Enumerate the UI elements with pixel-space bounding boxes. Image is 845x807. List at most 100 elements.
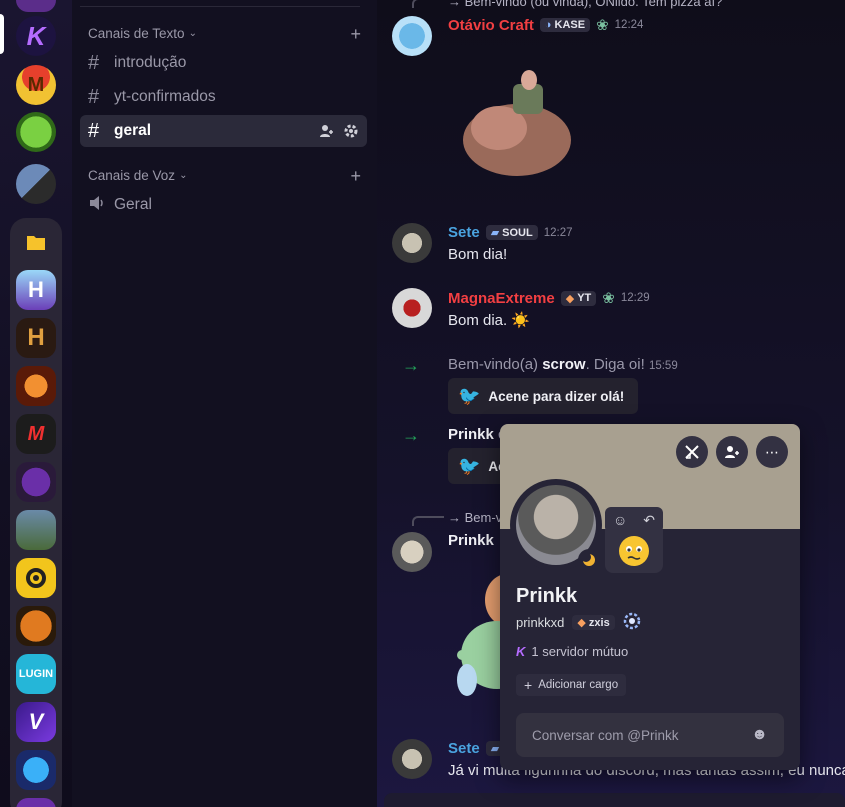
- server-icon-landscape[interactable]: [16, 510, 56, 550]
- emoji-picker-icon[interactable]: ☻: [751, 726, 768, 744]
- hash-icon: #: [88, 51, 100, 74]
- message-author[interactable]: Sete ▰: [448, 740, 505, 757]
- server-icon-v[interactable]: V: [16, 702, 56, 742]
- username-link[interactable]: scrow: [542, 356, 585, 373]
- user-profile-popout: ⋯ ☺ ↶ Prinkk prinkkxd ◆ zxis K 1 servidor…: [500, 424, 800, 770]
- timestamp: 12:24: [614, 19, 644, 31]
- message-author[interactable]: Otávio Craft ◑ KASE ❀ 12:24: [448, 16, 644, 35]
- message-author[interactable]: MagnaExtreme ◆ YT ❀ 12:29: [448, 289, 650, 308]
- server-icon-green[interactable]: [16, 112, 56, 152]
- message-composer-edge[interactable]: [384, 793, 845, 807]
- reply-connector: [412, 0, 444, 8]
- clan-tag-icon: ◆: [565, 292, 575, 305]
- server-icon-blue-r[interactable]: [16, 750, 56, 790]
- category-label: Canais de Texto: [88, 26, 185, 41]
- reply-connector: [412, 516, 444, 526]
- speaker-icon: [88, 194, 114, 217]
- wave-button[interactable]: 🐦 Acene para dizer olá!: [448, 378, 639, 414]
- message-author[interactable]: Sete ▰ SOUL 12:27: [448, 224, 573, 241]
- channel-yt-confirmados[interactable]: # yt-confirmados: [80, 81, 367, 113]
- server-icon-monster[interactable]: [16, 462, 56, 502]
- category-voice-channels[interactable]: Canais de Voz ⌄: [88, 168, 187, 183]
- profile-username-row: prinkkxd ◆ zxis: [516, 612, 641, 633]
- avatar[interactable]: [392, 16, 432, 56]
- channel-introducao[interactable]: # introdução: [80, 47, 367, 79]
- direct-message-input[interactable]: Conversar com @Prinkk ☻: [516, 713, 784, 757]
- more-options-icon[interactable]: ⋯: [756, 436, 788, 468]
- clan-tag-badge[interactable]: ◆ zxis: [572, 615, 615, 630]
- wave-sticker-icon: 🐦: [458, 455, 481, 476]
- wave-sticker-icon: 🐦: [458, 385, 481, 406]
- badge-icon[interactable]: [623, 612, 641, 633]
- chevron-down-icon: ⌄: [179, 170, 188, 181]
- reply-icon[interactable]: ↶: [643, 512, 655, 529]
- system-message: Bem-vindo(a) scrow. Diga oi! 15:59: [448, 356, 678, 373]
- server-icon-top-partial[interactable]: [16, 0, 56, 12]
- server-icon-mix[interactable]: [16, 164, 56, 204]
- server-rail: K M H H M LUGIN V: [0, 0, 72, 807]
- add-friend-icon[interactable]: [716, 436, 748, 468]
- server-icon-h-gold[interactable]: H: [16, 318, 56, 358]
- server-icon-gear[interactable]: [16, 558, 56, 598]
- message-author[interactable]: Prinkk: [448, 532, 494, 549]
- custom-status-emoji[interactable]: [605, 529, 663, 573]
- profile-username[interactable]: prinkkxd: [516, 615, 564, 630]
- leaf-badge-icon[interactable]: ❀: [602, 289, 615, 307]
- avatar[interactable]: [392, 739, 432, 779]
- server-icon-mineplex[interactable]: [16, 366, 56, 406]
- server-icon: K: [516, 644, 526, 659]
- clan-tag-icon: ◑: [544, 19, 552, 31]
- join-arrow-icon: →: [402, 355, 420, 375]
- sticker-image[interactable]: [457, 70, 577, 180]
- mutual-servers[interactable]: K 1 servidor mútuo: [516, 644, 628, 659]
- create-text-channel-plus-icon[interactable]: +: [350, 24, 361, 45]
- voice-channel-geral[interactable]: Geral: [80, 189, 367, 221]
- channel-label: Geral: [114, 196, 152, 213]
- reply-preview[interactable]: → Bem-vindo (ou vinda), ONildo. Tem pizz…: [448, 0, 722, 9]
- message-content: Bom dia. ☀️: [448, 312, 531, 329]
- folder-icon[interactable]: [16, 222, 56, 262]
- avatar[interactable]: [392, 532, 432, 572]
- clan-tag-badge[interactable]: ◑ KASE: [539, 18, 591, 32]
- clan-tag-badge[interactable]: ▰ SOUL: [485, 225, 538, 240]
- clan-tag-icon: ◆: [577, 617, 586, 629]
- timestamp: 12:27: [543, 226, 573, 239]
- server-icon-pumpkin[interactable]: [16, 606, 56, 646]
- chevron-down-icon: ⌄: [188, 28, 197, 39]
- selected-pill: [0, 14, 4, 54]
- clan-tag-icon: ▰: [490, 743, 500, 755]
- channel-label: introdução: [114, 54, 187, 71]
- avatar[interactable]: [392, 288, 432, 328]
- hash-icon: #: [88, 85, 100, 108]
- channel-label: yt-confirmados: [114, 88, 216, 105]
- reply-preview[interactable]: → Bem-v: [448, 510, 502, 525]
- add-reaction-icon[interactable]: ☺: [613, 512, 627, 528]
- add-role-button[interactable]: + Adicionar cargo: [516, 674, 627, 696]
- timestamp: 12:29: [620, 292, 650, 304]
- server-icon-mf[interactable]: M: [16, 414, 56, 454]
- clan-tag-badge[interactable]: ◆ YT: [560, 290, 597, 306]
- dismiss-pvp-icon[interactable]: [676, 436, 708, 468]
- idle-status-icon: [578, 549, 600, 571]
- join-arrow-icon: →: [402, 425, 420, 445]
- server-icon-kindome[interactable]: K: [16, 16, 56, 56]
- clan-tag-icon: ▰: [490, 227, 500, 239]
- server-icon-mushroom[interactable]: M: [16, 65, 56, 105]
- server-icon-lugin[interactable]: LUGIN: [16, 654, 56, 694]
- divider: [80, 6, 360, 7]
- hash-icon: #: [88, 119, 100, 142]
- username-link[interactable]: Prinkk: [448, 426, 494, 443]
- avatar[interactable]: [392, 223, 432, 263]
- plus-icon: +: [524, 677, 533, 693]
- category-text-channels[interactable]: Canais de Texto ⌄: [88, 26, 197, 41]
- channel-geral[interactable]: # geral: [80, 115, 367, 147]
- timestamp: 15:59: [648, 360, 678, 372]
- create-voice-channel-plus-icon[interactable]: +: [350, 166, 361, 187]
- system-message: Prinkk c: [448, 426, 506, 443]
- invite-user-icon[interactable]: [319, 123, 335, 139]
- channel-label: geral: [114, 122, 152, 139]
- server-icon-h-blue[interactable]: H: [16, 270, 56, 310]
- server-icon-bottom-partial[interactable]: [16, 798, 56, 807]
- gear-icon[interactable]: [343, 123, 359, 139]
- leaf-badge-icon[interactable]: ❀: [596, 16, 609, 34]
